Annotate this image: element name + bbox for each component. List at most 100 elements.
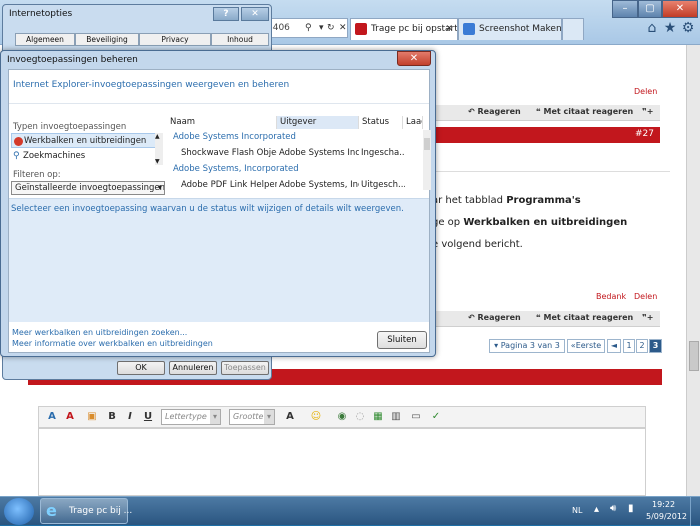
post-text-line-2: ge op Werkbalken en uitbreidingen xyxy=(432,217,627,228)
quote-bubble-icon[interactable]: ▭ xyxy=(409,410,423,424)
reageren-button[interactable]: ↶ Reageren xyxy=(468,313,521,322)
col-header-laad[interactable]: Laad xyxy=(403,116,423,129)
close-dialog-button[interactable]: Sluiten xyxy=(377,331,427,349)
paste-icon[interactable]: ▣ xyxy=(85,410,99,424)
more-info-link[interactable]: Meer informatie over werkbalken en uitbr… xyxy=(12,339,213,348)
pager-label[interactable]: ▾ Pagina 3 van 3 xyxy=(489,339,565,353)
search-icon[interactable]: ⚲ xyxy=(305,19,312,37)
chevron-down-icon[interactable]: ▾ xyxy=(319,19,324,37)
network-icon[interactable]: ▮ xyxy=(628,503,634,514)
col-header-uitgever[interactable]: Uitgever xyxy=(277,116,359,129)
post-action-bar: ↶ Reageren ❝ Met citaat reageren ❞+ xyxy=(430,311,660,327)
clock-time[interactable]: 19:22 xyxy=(652,500,675,509)
message-editor[interactable] xyxy=(38,428,646,496)
italic-button[interactable]: I xyxy=(123,410,137,424)
video-icon[interactable]: ▥ xyxy=(389,410,403,424)
tab-screenshot-maken[interactable]: Screenshot Maken - Byt... xyxy=(458,18,562,40)
met-citaat-button[interactable]: ❝ Met citaat reageren xyxy=(536,313,633,322)
home-icon[interactable]: ⌂ xyxy=(644,20,660,36)
types-scrollbar[interactable]: ▲ ▼ xyxy=(155,133,163,165)
link-icon[interactable]: ◉ xyxy=(335,410,349,424)
post-number[interactable]: #27 xyxy=(635,129,654,139)
filter-select[interactable]: Geïnstalleerde invoegtoepassingen ▾ xyxy=(11,181,165,195)
apply-button[interactable]: Toepassen xyxy=(221,361,269,375)
type-search-providers[interactable]: ⚲ Zoekmachines xyxy=(11,149,157,164)
close-button[interactable]: ✕ xyxy=(241,7,269,21)
remove-format-icon[interactable]: A xyxy=(45,410,59,424)
table-scrollbar[interactable] xyxy=(423,130,431,190)
spellcheck-icon[interactable]: ✓ xyxy=(429,410,443,424)
unlink-icon[interactable]: ◌ xyxy=(353,410,367,424)
editor-toolbar: A A ▣ B I U Lettertype ▾ Grootte ▾ A ☺ ◉… xyxy=(38,406,646,428)
tab-label: Screenshot Maken - Byt... xyxy=(479,24,562,34)
taskbar-ie-window[interactable]: e Trage pc bij ... xyxy=(40,498,132,524)
strike-format-icon[interactable]: A xyxy=(63,410,77,424)
met-citaat-button[interactable]: ❝ Met citaat reageren xyxy=(536,107,633,116)
start-button[interactable] xyxy=(4,498,34,525)
gear-icon[interactable]: ⚙ xyxy=(680,20,696,36)
clock-date[interactable]: 5/09/2012 xyxy=(646,512,687,521)
stop-icon[interactable]: ✕ xyxy=(339,19,347,37)
delen-link[interactable]: Delen xyxy=(634,87,657,96)
multiquote-icon[interactable]: ❞+ xyxy=(642,313,653,322)
underline-button[interactable]: U xyxy=(141,410,155,424)
refresh-icon[interactable]: ↻ xyxy=(327,19,335,37)
image-icon[interactable]: ▦ xyxy=(371,410,385,424)
font-select[interactable]: Lettertype ▾ xyxy=(161,409,221,425)
pager-page-1[interactable]: 1 xyxy=(623,339,635,353)
table-row[interactable]: Adobe PDF Link Helper Adobe Systems, Inc… xyxy=(167,178,423,192)
show-hidden-icons-icon[interactable]: ▴ xyxy=(594,504,599,515)
delen-link[interactable]: Delen xyxy=(634,292,657,301)
language-indicator[interactable]: NL xyxy=(572,506,582,515)
pager-page-current[interactable]: 3 xyxy=(649,339,662,353)
cell-publisher: Adobe Systems Inc... xyxy=(279,148,359,158)
close-button[interactable]: ✕ xyxy=(662,0,698,18)
close-button[interactable]: ✕ xyxy=(397,51,431,66)
tab-inhoud[interactable]: Inhoud xyxy=(211,33,269,46)
ok-button[interactable]: OK xyxy=(117,361,165,375)
header-text: Internet Explorer-invoegtoepassingen wee… xyxy=(13,80,290,90)
smiley-icon[interactable]: ☺ xyxy=(309,410,323,424)
help-button[interactable]: ? xyxy=(213,7,239,21)
page-scrollbar[interactable] xyxy=(686,45,700,496)
col-header-naam[interactable]: Naam xyxy=(167,116,277,129)
size-select[interactable]: Grootte ▾ xyxy=(229,409,275,425)
address-bar[interactable]: 8406 ⚲ ▾ ↻ ✕ xyxy=(262,18,348,38)
dialog-title: Internetopties xyxy=(9,9,73,19)
col-header-status[interactable]: Status xyxy=(359,116,403,129)
scrollbar-thumb[interactable] xyxy=(689,341,699,371)
bold-text: Programma's xyxy=(506,195,581,206)
tab-trage-pc[interactable]: Trage pc bij opstart ... ✕ xyxy=(350,18,458,40)
type-toolbars-extensions[interactable]: Werkbalken en uitbreidingen xyxy=(11,133,157,148)
reageren-button[interactable]: ↶ Reageren xyxy=(468,107,521,116)
scrollbar-thumb[interactable] xyxy=(424,138,430,150)
multiquote-icon[interactable]: ❞+ xyxy=(642,107,653,116)
new-tab-button[interactable] xyxy=(562,18,584,40)
volume-icon[interactable]: 🔊︎ xyxy=(610,503,616,514)
bedank-link[interactable]: Bedank xyxy=(596,292,626,301)
table-row[interactable]: Shockwave Flash Object Adobe Systems Inc… xyxy=(167,146,423,160)
pager-first[interactable]: «Eerste xyxy=(567,339,605,353)
chevron-down-icon: ▾ xyxy=(210,410,220,424)
tab-privacy[interactable]: Privacy xyxy=(139,33,211,46)
reply-icon: ↶ xyxy=(468,107,478,116)
pager-page-2[interactable]: 2 xyxy=(636,339,648,353)
maximize-button[interactable]: ▢ xyxy=(638,0,662,18)
details-pane: Selecteer een invoegtoepassing waarvan u… xyxy=(9,198,429,322)
bold-button[interactable]: B xyxy=(105,410,119,424)
favorites-star-icon[interactable]: ★ xyxy=(662,20,678,36)
close-tab-icon[interactable]: ✕ xyxy=(445,19,453,39)
site-favicon-icon xyxy=(463,23,475,35)
minimize-button[interactable]: – xyxy=(612,0,638,18)
show-desktop-button[interactable] xyxy=(690,497,700,526)
cancel-button[interactable]: Annuleren xyxy=(169,361,217,375)
font-color-button[interactable]: A xyxy=(283,410,297,424)
tab-beveiliging[interactable]: Beveiliging xyxy=(75,33,139,46)
divider xyxy=(430,171,670,172)
chevron-down-icon[interactable]: ▼ xyxy=(155,158,160,165)
tab-algemeen[interactable]: Algemeen xyxy=(15,33,75,46)
gear-icon xyxy=(14,137,23,146)
chevron-up-icon[interactable]: ▲ xyxy=(155,133,160,140)
pager-prev[interactable]: ◄ xyxy=(607,339,621,353)
find-more-link[interactable]: Meer werkbalken en uitbreidingen zoeken.… xyxy=(12,328,187,337)
